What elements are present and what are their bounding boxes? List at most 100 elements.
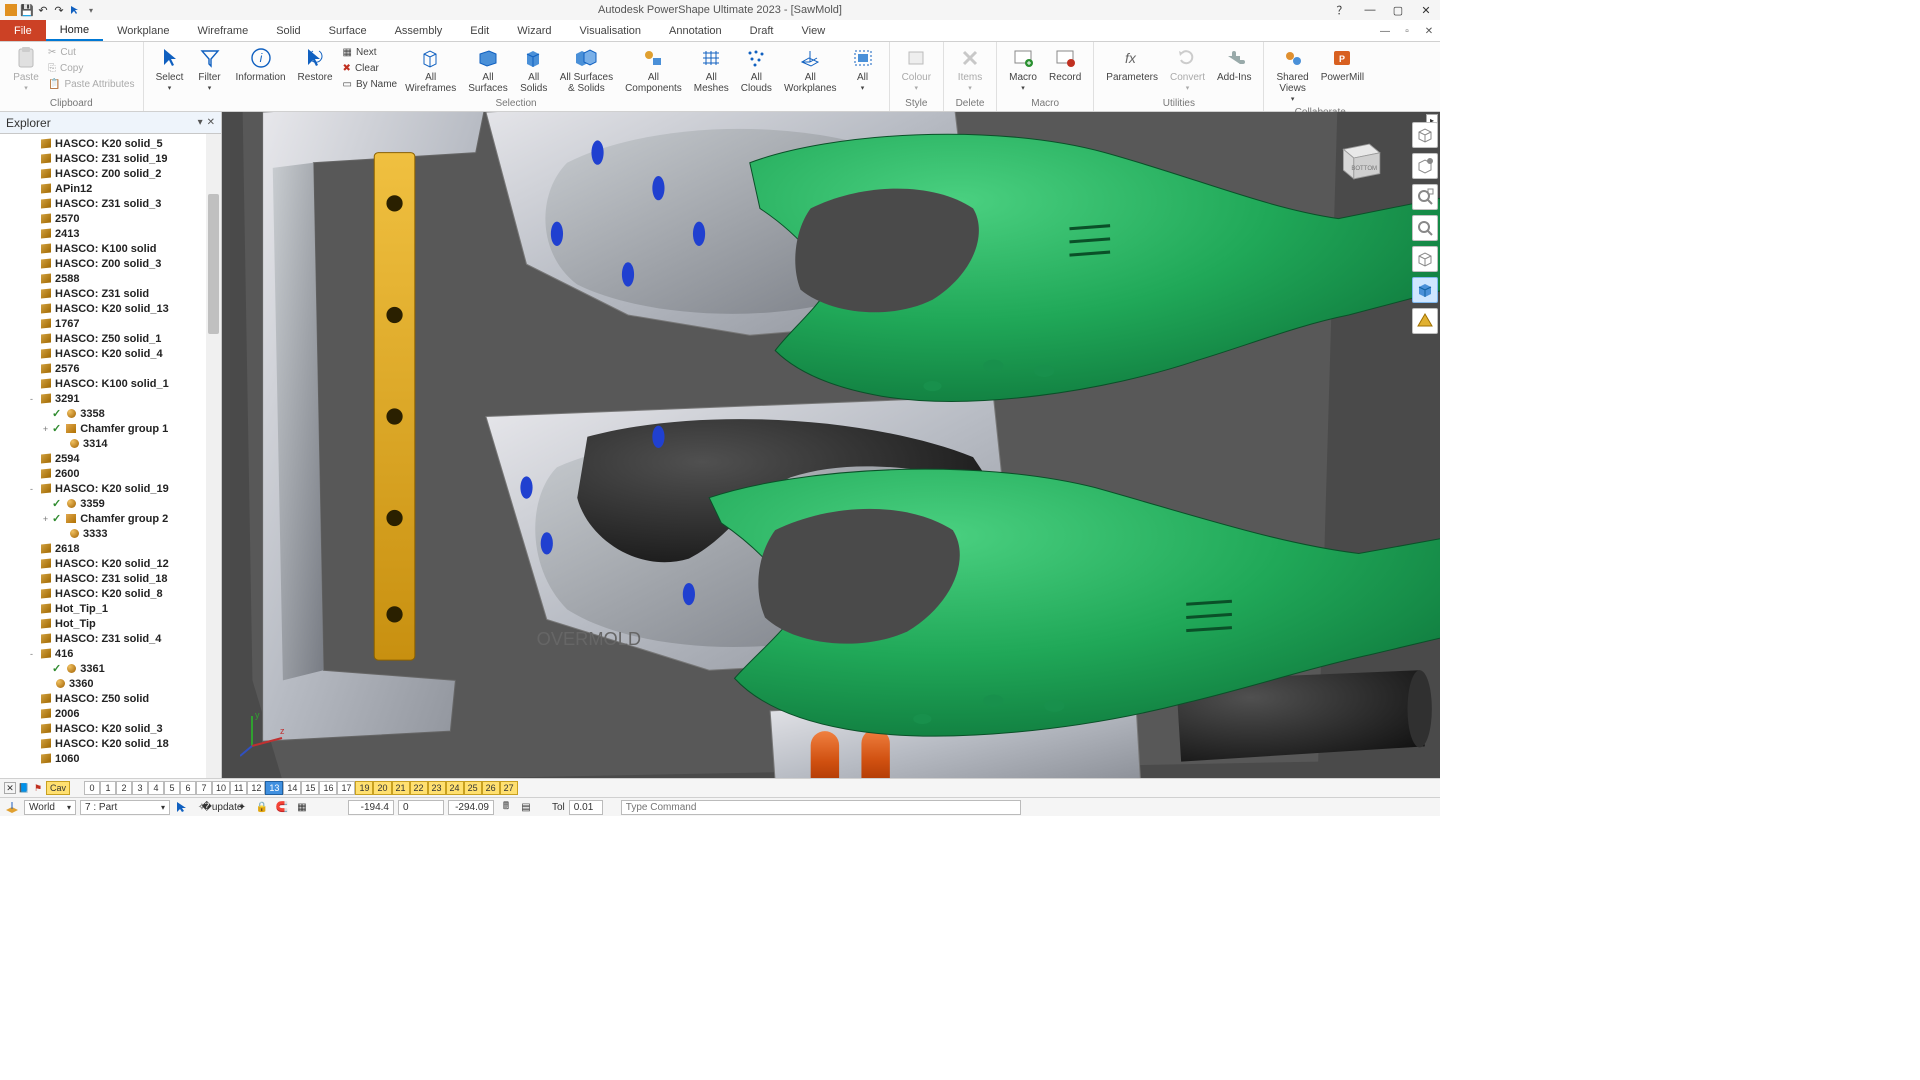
tree-item[interactable]: HASCO: K20 solid_13	[4, 301, 221, 316]
file-menu[interactable]: File	[0, 20, 46, 41]
part-select[interactable]: 7 : Part▾	[80, 800, 170, 815]
paste-button[interactable]: Paste▾	[6, 44, 46, 96]
level-10[interactable]: 10	[212, 781, 230, 795]
level-21[interactable]: 21	[392, 781, 410, 795]
tab-view[interactable]: View	[788, 20, 840, 41]
explorer-close-icon[interactable]: ✕	[207, 117, 215, 128]
snap-int-icon[interactable]: ✦	[234, 800, 250, 815]
all-wireframes-button[interactable]: All Wireframes	[399, 44, 462, 96]
tree-item[interactable]: 2594	[4, 451, 221, 466]
tree-item[interactable]: 3333	[4, 526, 221, 541]
tree-item[interactable]: +✓Chamfer group 2	[4, 511, 221, 526]
restore-button[interactable]: Restore	[292, 44, 339, 85]
select-button[interactable]: Select▾	[150, 44, 190, 96]
tree-item[interactable]: HASCO: Z31 solid_18	[4, 571, 221, 586]
view-wire-icon[interactable]	[1412, 246, 1438, 272]
cursor-mode-icon[interactable]	[174, 800, 190, 815]
tab-solid[interactable]: Solid	[262, 20, 314, 41]
all-components-button[interactable]: All Components	[619, 44, 688, 96]
tree-item[interactable]: Hot_Tip	[4, 616, 221, 631]
tab-wireframe[interactable]: Wireframe	[183, 20, 262, 41]
keypad-icon[interactable]: ▤	[518, 800, 534, 815]
ribbon-minimize-icon[interactable]: —	[1374, 20, 1396, 42]
level-6[interactable]: 6	[180, 781, 196, 795]
world-select[interactable]: World▾	[24, 800, 76, 815]
colour-button[interactable]: Colour▾	[896, 44, 937, 96]
tree-item[interactable]: -3291	[4, 391, 221, 406]
all-surf-solid-button[interactable]: All Surfaces & Solids	[554, 44, 619, 96]
all-surfaces-button[interactable]: All Surfaces	[462, 44, 513, 96]
level-14[interactable]: 14	[283, 781, 301, 795]
tree-item[interactable]: HASCO: Z00 solid_3	[4, 256, 221, 271]
tree-item[interactable]: HASCO: K20 solid_4	[4, 346, 221, 361]
level-3[interactable]: 3	[132, 781, 148, 795]
delete-items-button[interactable]: Items▾	[950, 44, 990, 96]
tab-wizard[interactable]: Wizard	[503, 20, 565, 41]
information-button[interactable]: iInformation	[230, 44, 292, 85]
view-iso1-icon[interactable]	[1412, 122, 1438, 148]
coord-x[interactable]: -194.4	[348, 800, 394, 815]
zoom-icon[interactable]	[1412, 215, 1438, 241]
tree-item[interactable]: HASCO: K100 solid	[4, 241, 221, 256]
view-gold-icon[interactable]	[1412, 308, 1438, 334]
level-19[interactable]: 19	[355, 781, 373, 795]
explorer-scrollbar[interactable]	[206, 134, 221, 778]
tree-item[interactable]: ✓3361	[4, 661, 221, 676]
tree-item[interactable]: 3314	[4, 436, 221, 451]
level-5[interactable]: 5	[164, 781, 180, 795]
next-button[interactable]: ▦Next	[341, 44, 400, 60]
level-flag-icon[interactable]: ⚑	[32, 782, 44, 794]
view-iso2-icon[interactable]	[1412, 153, 1438, 179]
qat-dropdown-icon[interactable]: ▾	[84, 3, 98, 17]
coord-y[interactable]: 0	[398, 800, 444, 815]
level-0[interactable]: 0	[84, 781, 100, 795]
tree-item[interactable]: +✓Chamfer group 1	[4, 421, 221, 436]
level-23[interactable]: 23	[428, 781, 446, 795]
level-26[interactable]: 26	[482, 781, 500, 795]
explorer-pin-icon[interactable]: ▾	[198, 117, 203, 128]
snap-pt-icon[interactable]: �update	[214, 800, 230, 815]
tree-item[interactable]: 2600	[4, 466, 221, 481]
tree-item[interactable]: 2588	[4, 271, 221, 286]
tree-item[interactable]: -416	[4, 646, 221, 661]
all-solids-button[interactable]: All Solids	[514, 44, 554, 96]
magnet-icon[interactable]: 🧲	[274, 800, 290, 815]
tree-item[interactable]: 2006	[4, 706, 221, 721]
level-cav[interactable]: Cav	[46, 781, 70, 795]
cut-button[interactable]: ✂Cut	[46, 44, 137, 60]
tree-item[interactable]: HASCO: K20 solid_3	[4, 721, 221, 736]
tree-item[interactable]: 2576	[4, 361, 221, 376]
addins-button[interactable]: Add-Ins	[1211, 44, 1257, 85]
tree-item[interactable]: 1767	[4, 316, 221, 331]
level-7[interactable]: 7	[196, 781, 212, 795]
tree-item[interactable]: HASCO: Z31 solid	[4, 286, 221, 301]
tree-item[interactable]: 2413	[4, 226, 221, 241]
tree-item[interactable]: Hot_Tip_1	[4, 601, 221, 616]
tree-item[interactable]: HASCO: Z50 solid	[4, 691, 221, 706]
level-17[interactable]: 17	[337, 781, 355, 795]
level-22[interactable]: 22	[410, 781, 428, 795]
explorer-tree[interactable]: HASCO: K20 solid_5HASCO: Z31 solid_19HAS…	[0, 134, 221, 778]
workplane-icon[interactable]	[4, 800, 20, 815]
parameters-button[interactable]: fxParameters	[1100, 44, 1164, 85]
qat-undo-icon[interactable]: ↶	[36, 3, 50, 17]
tree-item[interactable]: 2618	[4, 541, 221, 556]
all-meshes-button[interactable]: All Meshes	[688, 44, 735, 96]
tab-edit[interactable]: Edit	[456, 20, 503, 41]
zoom-fit-icon[interactable]	[1412, 184, 1438, 210]
doc-close-icon[interactable]: ✕	[1418, 20, 1440, 42]
tree-item[interactable]: HASCO: K20 solid_5	[4, 136, 221, 151]
qat-redo-icon[interactable]: ↷	[52, 3, 66, 17]
calc-icon[interactable]: 🖩	[498, 800, 514, 815]
tab-workplane[interactable]: Workplane	[103, 20, 183, 41]
view-shaded-icon[interactable]	[1412, 277, 1438, 303]
tree-item[interactable]: ✓3358	[4, 406, 221, 421]
powermill-button[interactable]: PPowerMill	[1315, 44, 1370, 85]
clear-button[interactable]: ✖Clear	[341, 60, 400, 76]
all-button[interactable]: All▾	[843, 44, 883, 96]
level-16[interactable]: 16	[319, 781, 337, 795]
level-13[interactable]: 13	[265, 781, 283, 795]
shared-views-button[interactable]: Shared Views▾	[1270, 44, 1314, 107]
command-input[interactable]	[621, 800, 1021, 815]
tol-field[interactable]: 0.01	[569, 800, 603, 815]
